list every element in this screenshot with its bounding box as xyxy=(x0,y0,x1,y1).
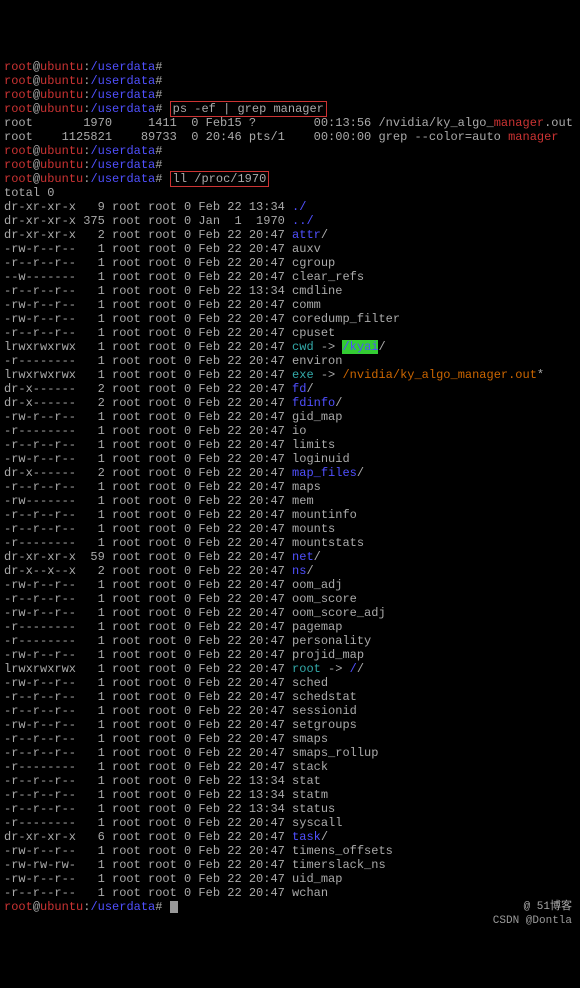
watermark-51cto: @ 51博客 xyxy=(524,900,572,914)
cursor-icon xyxy=(170,901,178,913)
file-entry: -rw-r--r-- 1 root root 0 Feb 22 20:47 gi… xyxy=(4,410,576,424)
prompt-user: root xyxy=(4,88,33,102)
file-entry: -rw-r--r-- 1 root root 0 Feb 22 20:47 oo… xyxy=(4,578,576,592)
file-entry: dr-x------ 2 root root 0 Feb 22 20:47 ma… xyxy=(4,466,576,480)
prompt-user: root xyxy=(4,60,33,74)
file-entry: lrwxrwxrwx 1 root root 0 Feb 22 20:47 cw… xyxy=(4,340,576,354)
file-entry: -rw-r--r-- 1 root root 0 Feb 22 20:47 sc… xyxy=(4,676,576,690)
file-entry: -r--r--r-- 1 root root 0 Feb 22 20:47 se… xyxy=(4,704,576,718)
file-entry: -rw-r--r-- 1 root root 0 Feb 22 20:47 pr… xyxy=(4,648,576,662)
prompt-path: /userdata xyxy=(90,900,155,914)
prompt-path: /userdata xyxy=(90,88,155,102)
prompt-host: ubuntu xyxy=(40,88,83,102)
file-entry: -rw-r--r-- 1 root root 0 Feb 22 20:47 oo… xyxy=(4,606,576,620)
file-entry: -r--r--r-- 1 root root 0 Feb 22 13:34 st… xyxy=(4,802,576,816)
file-entry: -r-------- 1 root root 0 Feb 22 20:47 pa… xyxy=(4,620,576,634)
file-entry: -rw-r--r-- 1 root root 0 Feb 22 20:47 au… xyxy=(4,242,576,256)
file-entry: -r--r--r-- 1 root root 0 Feb 22 13:34 st… xyxy=(4,788,576,802)
file-entry: dr-xr-xr-x 6 root root 0 Feb 22 20:47 ta… xyxy=(4,830,576,844)
file-entry: -r--r--r-- 1 root root 0 Feb 22 20:47 sc… xyxy=(4,690,576,704)
prompt-user: root xyxy=(4,900,33,914)
file-entry: -r-------- 1 root root 0 Feb 22 20:47 io xyxy=(4,424,576,438)
file-entry: --w------- 1 root root 0 Feb 22 20:47 cl… xyxy=(4,270,576,284)
prompt-user: root xyxy=(4,172,33,186)
prompt-path: /userdata xyxy=(90,158,155,172)
prompt-path: /userdata xyxy=(90,74,155,88)
file-entry: -r--r--r-- 1 root root 0 Feb 22 20:47 sm… xyxy=(4,732,576,746)
file-entry: -r--r--r-- 1 root root 0 Feb 22 20:47 wc… xyxy=(4,886,576,900)
prompt-path: /userdata xyxy=(90,172,155,186)
prompt-path: /userdata xyxy=(90,144,155,158)
prompt-host: ubuntu xyxy=(40,172,83,186)
file-entry: -rw-rw-rw- 1 root root 0 Feb 22 20:47 ti… xyxy=(4,858,576,872)
file-entry: dr-xr-xr-x 2 root root 0 Feb 22 20:47 at… xyxy=(4,228,576,242)
file-entry: -rw-r--r-- 1 root root 0 Feb 22 20:47 co… xyxy=(4,312,576,326)
file-entry: -r--r--r-- 1 root root 0 Feb 22 20:47 cp… xyxy=(4,326,576,340)
file-entry: -r--r--r-- 1 root root 0 Feb 22 20:47 mo… xyxy=(4,508,576,522)
file-entry: -r-------- 1 root root 0 Feb 22 20:47 pe… xyxy=(4,634,576,648)
file-entry: -r-------- 1 root root 0 Feb 22 20:47 en… xyxy=(4,354,576,368)
file-entry: -rw-r--r-- 1 root root 0 Feb 22 20:47 ui… xyxy=(4,872,576,886)
terminal-output[interactable]: root@ubuntu:/userdata# root@ubuntu:/user… xyxy=(4,60,576,914)
file-entry: -r--r--r-- 1 root root 0 Feb 22 20:47 ma… xyxy=(4,480,576,494)
command-ll: ll /proc/1970 xyxy=(170,171,270,187)
file-entry: -r--r--r-- 1 root root 0 Feb 22 20:47 sm… xyxy=(4,746,576,760)
prompt-path: /userdata xyxy=(90,102,155,116)
file-entry: dr-x------ 2 root root 0 Feb 22 20:47 fd… xyxy=(4,382,576,396)
ps-output-row: root 1125821 89733 0 20:46 pts/1 00:00:0… xyxy=(4,130,576,144)
file-entry: lrwxrwxrwx 1 root root 0 Feb 22 20:47 ro… xyxy=(4,662,576,676)
file-entry: -r--r--r-- 1 root root 0 Feb 22 13:34 st… xyxy=(4,774,576,788)
prompt-host: ubuntu xyxy=(40,74,83,88)
file-entry: -r--r--r-- 1 root root 0 Feb 22 20:47 mo… xyxy=(4,522,576,536)
prompt-host: ubuntu xyxy=(40,102,83,116)
prompt-host: ubuntu xyxy=(40,144,83,158)
prompt-host: ubuntu xyxy=(40,60,83,74)
file-entry: -r--r--r-- 1 root root 0 Feb 22 20:47 cg… xyxy=(4,256,576,270)
file-entry: -rw-r--r-- 1 root root 0 Feb 22 20:47 ti… xyxy=(4,844,576,858)
file-entry: -r--r--r-- 1 root root 0 Feb 22 20:47 oo… xyxy=(4,592,576,606)
command-ps: ps -ef | grep manager xyxy=(170,101,327,117)
prompt-host: ubuntu xyxy=(40,900,83,914)
file-entry: dr-xr-xr-x 59 root root 0 Feb 22 20:47 n… xyxy=(4,550,576,564)
prompt-host: ubuntu xyxy=(40,158,83,172)
file-entry: lrwxrwxrwx 1 root root 0 Feb 22 20:47 ex… xyxy=(4,368,576,382)
prompt-path: /userdata xyxy=(90,60,155,74)
file-entry: -r-------- 1 root root 0 Feb 22 20:47 sy… xyxy=(4,816,576,830)
prompt-user: root xyxy=(4,144,33,158)
file-entry: dr-xr-xr-x 375 root root 0 Jan 1 1970 ..… xyxy=(4,214,576,228)
prompt-user: root xyxy=(4,102,33,116)
watermark-csdn: CSDN @Dontla xyxy=(493,914,572,928)
file-entry: -rw-r--r-- 1 root root 0 Feb 22 20:47 co… xyxy=(4,298,576,312)
file-entry: -rw------- 1 root root 0 Feb 22 20:47 me… xyxy=(4,494,576,508)
file-entry: -r-------- 1 root root 0 Feb 22 20:47 mo… xyxy=(4,536,576,550)
prompt-user: root xyxy=(4,158,33,172)
total-line: total 0 xyxy=(4,186,576,200)
file-entry: dr-xr-xr-x 9 root root 0 Feb 22 13:34 ./ xyxy=(4,200,576,214)
file-entry: -r--r--r-- 1 root root 0 Feb 22 13:34 cm… xyxy=(4,284,576,298)
file-entry: dr-x--x--x 2 root root 0 Feb 22 20:47 ns… xyxy=(4,564,576,578)
file-entry: -r--r--r-- 1 root root 0 Feb 22 20:47 li… xyxy=(4,438,576,452)
file-entry: -r-------- 1 root root 0 Feb 22 20:47 st… xyxy=(4,760,576,774)
prompt-user: root xyxy=(4,74,33,88)
ps-output-row: root 1970 1411 0 Feb15 ? 00:13:56 /nvidi… xyxy=(4,116,576,130)
file-entry: -rw-r--r-- 1 root root 0 Feb 22 20:47 se… xyxy=(4,718,576,732)
file-entry: dr-x------ 2 root root 0 Feb 22 20:47 fd… xyxy=(4,396,576,410)
file-entry: -rw-r--r-- 1 root root 0 Feb 22 20:47 lo… xyxy=(4,452,576,466)
